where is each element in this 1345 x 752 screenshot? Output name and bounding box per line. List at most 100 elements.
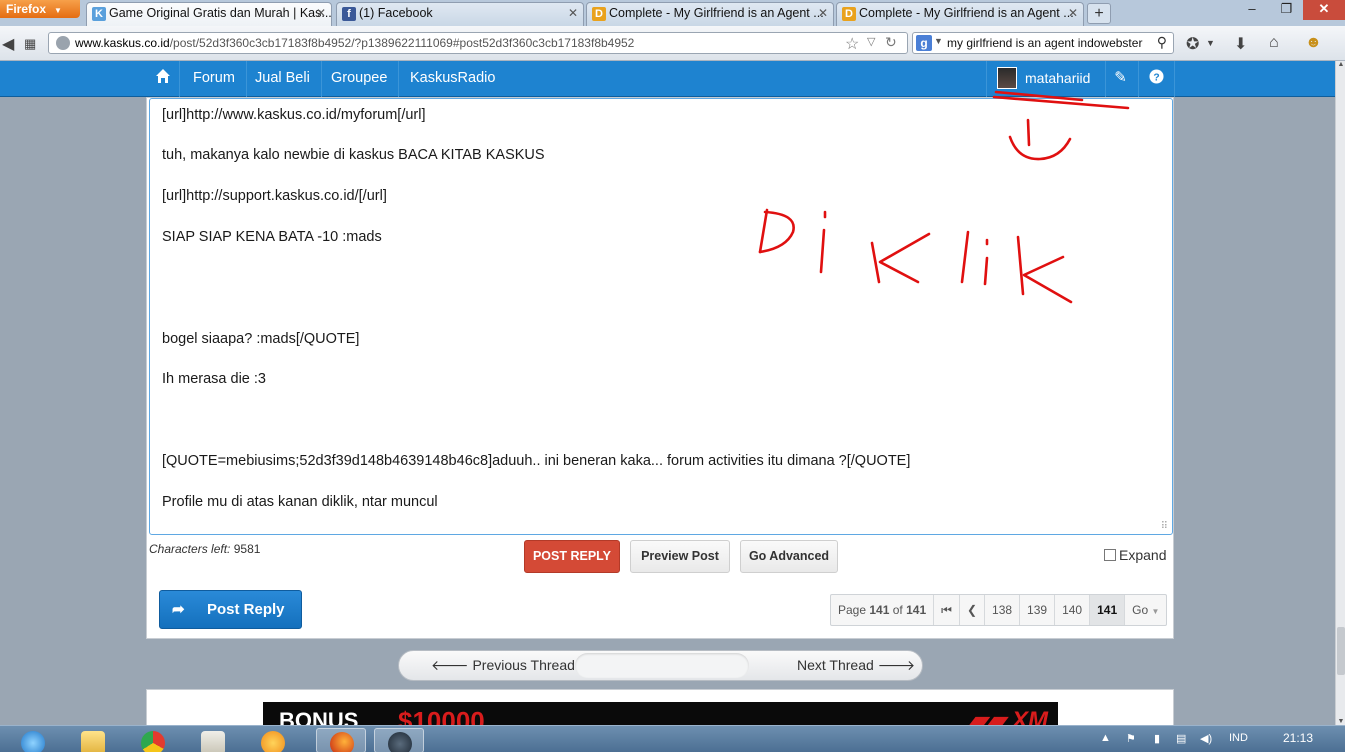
chrome-icon: [141, 731, 165, 752]
bookmark-star-icon[interactable]: ☆: [845, 34, 859, 54]
nav-jual-beli[interactable]: Jual Beli: [244, 61, 322, 97]
browser-tab-kaskus[interactable]: K Game Original Gratis dan Murah | Kas..…: [86, 2, 332, 26]
avatar: [997, 67, 1017, 89]
reload-icon[interactable]: ↻: [885, 34, 897, 51]
arrow-left-icon: 🡐: [431, 657, 469, 673]
chevron-down-icon: ▼: [1151, 607, 1160, 616]
search-input[interactable]: my girlfriend is an agent indowebster: [947, 36, 1142, 50]
scroll-down-icon[interactable]: ▼: [1336, 718, 1345, 725]
window-close-button[interactable]: ✕: [1303, 0, 1345, 20]
resize-grip-icon[interactable]: ⠿: [1161, 521, 1168, 532]
browser-tabstrip: Firefox ▼ K Game Original Gratis dan Mura…: [0, 0, 1345, 26]
windows-taskbar: ▲ ⚑ ▮ ▤ ◀) IND 21:13: [0, 725, 1345, 752]
page-link-current[interactable]: 141: [1090, 595, 1126, 625]
tab-title: Game Original Gratis dan Murah | Kas...: [109, 6, 332, 20]
browser-tab-agent-2[interactable]: D Complete - My Girlfriend is an Agent .…: [836, 2, 1084, 26]
previous-thread-link[interactable]: 🡐 Previous Thread: [431, 651, 575, 680]
post-reply-big-button[interactable]: ➦ Post Reply: [159, 590, 302, 629]
page-link[interactable]: 138: [985, 595, 1021, 625]
page-current: 141: [869, 603, 890, 617]
google-icon[interactable]: g: [916, 35, 932, 51]
tab-title: Complete - My Girlfriend is an Agent ...: [609, 6, 824, 20]
page-link[interactable]: 139: [1020, 595, 1056, 625]
post-reply-button[interactable]: POST REPLY: [524, 540, 620, 573]
characters-left-label: Characters left:: [149, 542, 231, 556]
nav-kaskusradio[interactable]: KaskusRadio: [399, 61, 506, 97]
page-indicator: Page 141 of 141: [831, 595, 935, 625]
chevron-down-icon[interactable]: ▼: [1206, 38, 1215, 48]
firefox-taskbar-button[interactable]: [316, 728, 366, 752]
go-advanced-button[interactable]: Go Advanced: [740, 540, 838, 573]
search-icon[interactable]: ⚲: [1157, 34, 1167, 51]
bookmarks-icon[interactable]: ✪: [1186, 34, 1199, 54]
notepad-taskbar-button[interactable]: [188, 728, 238, 752]
user-profile-menu[interactable]: matahariid: [986, 61, 1106, 97]
page-scrollbar[interactable]: ▲ ▼: [1335, 61, 1345, 725]
internet-explorer-icon: [21, 731, 45, 752]
close-icon[interactable]: ✕: [568, 6, 578, 20]
search-bar[interactable]: g ▼ my girlfriend is an agent indowebste…: [912, 32, 1174, 54]
browser-tab-facebook[interactable]: f (1) Facebook ✕: [336, 2, 584, 26]
next-thread-link[interactable]: Next Thread 🡒: [797, 651, 915, 680]
addon-smiley-icon[interactable]: ☻: [1305, 34, 1322, 52]
page-total: 141: [906, 603, 927, 617]
editor-line: [QUOTE=mebiusims;52d3f39d148b4639148b46c…: [162, 453, 911, 469]
thread-navigation: 🡐 Previous Thread Next Thread 🡒: [398, 650, 923, 681]
checkbox-icon[interactable]: [1104, 549, 1116, 561]
go-label: Go: [1132, 603, 1149, 617]
pencil-icon[interactable]: ✎: [1103, 61, 1139, 97]
prev-page-icon[interactable]: ❮: [960, 595, 986, 625]
explorer-taskbar-button[interactable]: [68, 728, 118, 752]
chevron-down-icon[interactable]: ▼: [934, 36, 943, 46]
page-label: Page: [838, 603, 867, 617]
browser-tab-agent-1[interactable]: D Complete - My Girlfriend is an Agent .…: [586, 2, 834, 26]
clock[interactable]: 21:13: [1283, 731, 1313, 745]
document-icon: [201, 731, 225, 752]
close-icon[interactable]: ✕: [316, 6, 326, 20]
first-page-icon[interactable]: ⏮: [934, 595, 960, 625]
url-bar[interactable]: www.kaskus.co.id/post/52d3f360c3cb17183f…: [48, 32, 908, 54]
url-path: /post/52d3f360c3cb17183f8b4952/?p1389622…: [169, 36, 635, 50]
download-icon[interactable]: ⬇: [1234, 34, 1247, 54]
reply-textarea[interactable]: [url]http://www.kaskus.co.id/myforum[/ur…: [149, 98, 1173, 535]
chevron-down-icon[interactable]: ▽: [867, 35, 875, 48]
close-icon[interactable]: ✕: [1068, 6, 1078, 20]
svg-text:?: ?: [1153, 72, 1159, 83]
nav-groupee[interactable]: Groupee: [320, 61, 400, 97]
indowebster-favicon-icon: D: [592, 7, 606, 21]
restore-button[interactable]: ❐: [1270, 0, 1303, 20]
battery-icon[interactable]: ▮: [1154, 732, 1160, 745]
page-link[interactable]: 140: [1055, 595, 1091, 625]
firefox-menu-button[interactable]: Firefox ▼: [0, 0, 80, 18]
tray-up-icon[interactable]: ▲: [1100, 732, 1111, 744]
firefox-menu-label: Firefox: [6, 2, 47, 16]
steam-taskbar-button[interactable]: [374, 728, 424, 752]
editor-line: bogel siaapa? :mads[/QUOTE]: [162, 331, 360, 347]
preview-post-button[interactable]: Preview Post: [630, 540, 730, 573]
flag-icon[interactable]: ⚑: [1126, 732, 1136, 745]
expand-checkbox[interactable]: Expand: [1104, 547, 1166, 563]
minimize-button[interactable]: –: [1235, 0, 1269, 20]
scrollbar-thumb[interactable]: [1337, 627, 1345, 675]
ie-taskbar-button[interactable]: [8, 728, 58, 752]
home-icon[interactable]: ⌂: [1269, 34, 1279, 52]
scroll-up-icon[interactable]: ▲: [1336, 61, 1345, 68]
reply-arrow-icon: ➦: [172, 601, 185, 618]
facebook-favicon-icon: f: [342, 7, 356, 21]
home-icon[interactable]: [146, 61, 180, 97]
weather-taskbar-button[interactable]: [248, 728, 298, 752]
new-tab-button[interactable]: +: [1087, 3, 1111, 24]
editor-line: SIAP SIAP KENA BATA -10 :mads: [162, 229, 382, 245]
back-icon[interactable]: ◀: [2, 34, 14, 54]
chrome-taskbar-button[interactable]: [128, 728, 178, 752]
nav-forum[interactable]: Forum: [182, 61, 247, 97]
go-dropdown[interactable]: Go ▼: [1125, 595, 1166, 625]
close-icon[interactable]: ✕: [818, 6, 828, 20]
indowebster-favicon-icon: D: [842, 7, 856, 21]
firefox-icon: [330, 732, 354, 752]
language-indicator[interactable]: IND: [1229, 732, 1248, 744]
help-icon[interactable]: ?: [1139, 61, 1175, 97]
network-icon[interactable]: ▤: [1176, 732, 1186, 745]
volume-icon[interactable]: ◀): [1200, 732, 1212, 745]
characters-left: Characters left: 9581: [149, 542, 260, 556]
